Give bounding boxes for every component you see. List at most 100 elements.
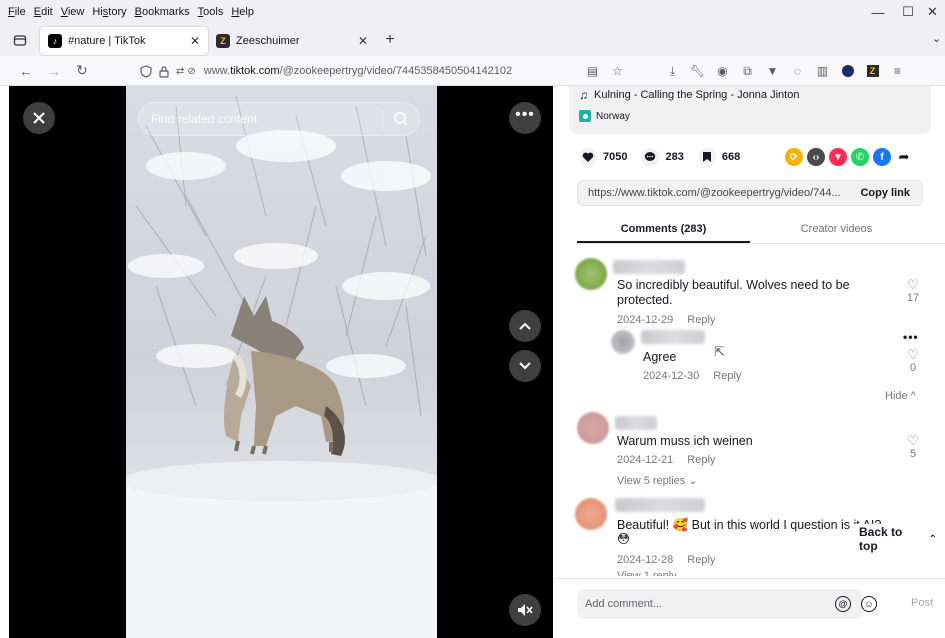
muted-speaker-icon bbox=[518, 604, 533, 616]
unmute-button[interactable] bbox=[509, 594, 541, 626]
username-blurred[interactable] bbox=[615, 498, 705, 512]
view-more-replies-button[interactable]: View 1 reply bbox=[617, 570, 677, 576]
url-text: www.tiktok.com/@zookeepertryg/video/7445… bbox=[203, 65, 513, 77]
facebook-icon[interactable]: f bbox=[873, 148, 891, 166]
menu-help[interactable]: Help bbox=[227, 6, 258, 18]
close-window-button[interactable]: ✕ bbox=[920, 0, 945, 24]
share-arrow-icon[interactable]: ➦ bbox=[895, 148, 913, 166]
music-note-icon: ♫ bbox=[579, 88, 588, 102]
bookmark-star-icon[interactable]: ☆ bbox=[605, 56, 630, 86]
username-blurred[interactable] bbox=[615, 416, 657, 430]
tab-zeeschuimer[interactable]: Z Zeeschuimer ✕ bbox=[208, 27, 376, 55]
menu-history[interactable]: History bbox=[88, 6, 130, 18]
tools-wrench-icon[interactable]: 🔧︎ bbox=[685, 56, 710, 86]
embed-icon[interactable]: ‹› bbox=[807, 148, 825, 166]
send-to-friends-icon[interactable]: ▼ bbox=[829, 148, 847, 166]
add-comment-input[interactable]: Add comment... @ ☺ bbox=[577, 589, 877, 619]
tab-overview-icon[interactable] bbox=[0, 24, 40, 56]
music-link[interactable]: ♫ Kulning - Calling the Spring - Jonna J… bbox=[579, 86, 921, 104]
extension-icon[interactable]: ◌ bbox=[785, 56, 810, 86]
url-bar[interactable]: ⇄ ⊘ www.tiktok.com/@zookeepertryg/video/… bbox=[140, 59, 570, 83]
avatar[interactable] bbox=[575, 258, 607, 290]
like-comment-button[interactable]: ♡ 17 bbox=[903, 278, 923, 305]
comment-meta: 2024-12-21 Reply bbox=[617, 454, 729, 466]
more-dots-icon: ••• bbox=[515, 106, 535, 123]
close-tab-icon[interactable]: ✕ bbox=[358, 34, 368, 48]
comment-stat[interactable]: 283 bbox=[641, 148, 684, 166]
extension-blue-icon[interactable] bbox=[835, 56, 860, 86]
comment-date: 2024-12-29 bbox=[617, 314, 674, 326]
forward-icon[interactable]: → bbox=[40, 63, 68, 79]
new-tab-button[interactable]: + bbox=[376, 31, 404, 49]
shield-icon[interactable] bbox=[140, 64, 152, 78]
like-stat[interactable]: 7050 bbox=[579, 148, 627, 166]
comment-meta: 2024-12-28 Reply bbox=[617, 554, 729, 566]
reply-button[interactable]: Reply bbox=[687, 554, 715, 566]
save-stat[interactable]: 668 bbox=[697, 148, 740, 166]
reply-button[interactable]: Reply bbox=[687, 314, 715, 326]
more-dots-icon[interactable]: ••• bbox=[903, 330, 919, 344]
reply-button[interactable]: Reply bbox=[713, 370, 741, 382]
comment-date: 2024-12-28 bbox=[617, 554, 674, 566]
extensions-icon[interactable]: ⧉ bbox=[735, 56, 760, 86]
tab-tiktok[interactable]: ♪ #nature | TikTok ✕ bbox=[40, 27, 208, 55]
search-icon[interactable] bbox=[393, 111, 409, 127]
menu-edit[interactable]: Edit bbox=[30, 6, 57, 18]
menu-tools[interactable]: Tools bbox=[194, 6, 228, 18]
menu-file[interactable]: File bbox=[4, 6, 30, 18]
back-to-top-button[interactable]: Back to top ⌃ bbox=[851, 524, 945, 554]
username-blurred[interactable] bbox=[613, 260, 685, 274]
avatar[interactable] bbox=[577, 412, 609, 444]
location-tag[interactable]: Norway bbox=[579, 110, 921, 122]
tab-title: Zeeschuimer bbox=[236, 35, 300, 47]
more-options-button[interactable]: ••• bbox=[509, 102, 541, 134]
back-icon[interactable]: ← bbox=[12, 63, 40, 79]
previous-video-button[interactable] bbox=[509, 310, 541, 342]
comment-meta: 2024-12-29 Reply bbox=[617, 314, 729, 326]
video-player[interactable]: Find related content ••• bbox=[9, 86, 553, 638]
hide-replies-button[interactable]: Hide ^ bbox=[885, 390, 916, 402]
find-related-search[interactable]: Find related content bbox=[138, 102, 420, 136]
music-location-box: ♫ Kulning - Calling the Spring - Jonna J… bbox=[569, 86, 931, 134]
reader-view-icon[interactable]: ▤ bbox=[580, 56, 605, 86]
downloads-icon[interactable]: ⤓ bbox=[660, 56, 685, 86]
menu-view[interactable]: View bbox=[57, 6, 89, 18]
tab-creator-videos[interactable]: Creator videos bbox=[750, 214, 923, 243]
heart-icon bbox=[579, 148, 597, 166]
bookmark-icon bbox=[697, 148, 716, 166]
like-comment-button[interactable]: ♡ 0 bbox=[903, 348, 923, 375]
autoplay-blocked-icon[interactable]: ⊘ bbox=[187, 66, 195, 77]
library-icon[interactable]: ▥ bbox=[810, 56, 835, 86]
share-icons: ⟳ ‹› ▼ ✆ f ➦ bbox=[785, 148, 917, 166]
avatar[interactable] bbox=[611, 330, 635, 354]
avatar[interactable] bbox=[575, 498, 607, 530]
account-icon[interactable]: ◉ bbox=[710, 56, 735, 86]
like-comment-button[interactable]: ♡ 5 bbox=[903, 434, 923, 461]
mention-at-icon[interactable]: @ bbox=[835, 596, 851, 612]
list-all-tabs-icon[interactable]: ⌄ bbox=[932, 32, 941, 45]
tab-title: #nature | TikTok bbox=[68, 35, 146, 47]
location-pin-icon bbox=[579, 110, 591, 122]
close-tab-icon[interactable]: ✕ bbox=[190, 34, 200, 48]
zeeschuimer-icon[interactable]: Z bbox=[860, 56, 885, 86]
reload-icon[interactable]: ↻ bbox=[68, 62, 96, 79]
ublock-icon[interactable]: ▼ bbox=[760, 56, 785, 86]
permissions-icon[interactable]: ⇄ bbox=[176, 66, 184, 77]
username-blurred[interactable] bbox=[641, 330, 705, 344]
next-video-button[interactable] bbox=[509, 350, 541, 382]
post-button[interactable]: Post bbox=[911, 597, 933, 609]
navigation-bar: ← → ↻ ⇄ ⊘ www.tiktok.com/@zookeepertryg/… bbox=[0, 56, 945, 86]
repost-icon[interactable]: ⟳ bbox=[785, 148, 803, 166]
whatsapp-icon[interactable]: ✆ bbox=[851, 148, 869, 166]
tab-comments[interactable]: Comments (283) bbox=[577, 214, 750, 243]
view-replies-button[interactable]: View 5 replies ⌄ bbox=[617, 474, 698, 487]
emoji-icon[interactable]: ☺ bbox=[861, 596, 877, 612]
menu-bookmarks[interactable]: Bookmarks bbox=[131, 6, 194, 18]
video-link-text[interactable]: https://www.tiktok.com/@zookeepertryg/vi… bbox=[588, 187, 856, 199]
reply-button[interactable]: Reply bbox=[687, 454, 715, 466]
copy-link-button[interactable]: Copy link bbox=[860, 187, 910, 199]
hamburger-menu-icon[interactable]: ≡ bbox=[885, 56, 910, 86]
lock-icon[interactable] bbox=[158, 65, 170, 78]
close-video-button[interactable] bbox=[23, 102, 55, 134]
close-icon bbox=[33, 112, 45, 124]
